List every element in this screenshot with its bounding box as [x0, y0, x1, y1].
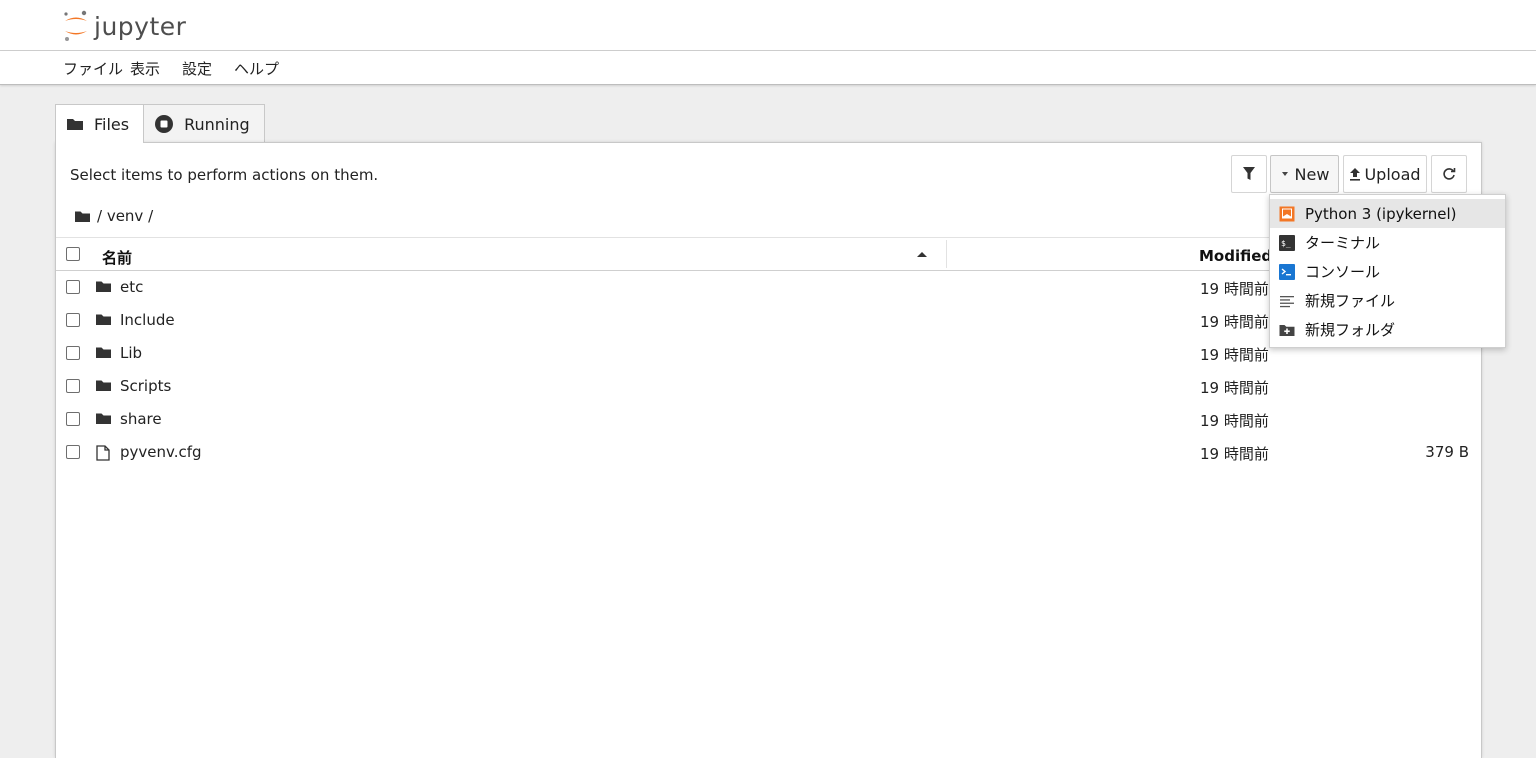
table-row[interactable]: share 19 時間前	[56, 403, 1483, 436]
jupyter-logo[interactable]: jupyter	[62, 8, 186, 44]
breadcrumb[interactable]: / venv /	[74, 207, 153, 225]
sort-ascending-icon[interactable]	[916, 251, 928, 258]
folder-icon	[95, 412, 112, 425]
upload-icon	[1350, 168, 1361, 181]
file-modified: 19 時間前	[1200, 445, 1269, 463]
jupyter-logo-icon	[64, 10, 87, 41]
table-row[interactable]: pyvenv.cfg 19 時間前 379 B	[56, 436, 1483, 469]
filter-icon	[1243, 167, 1255, 180]
tab-files-label: Files	[94, 114, 130, 134]
folder-icon	[95, 346, 112, 359]
new-file-item[interactable]: 新規ファイル	[1270, 286, 1505, 315]
folder-icon	[75, 211, 90, 222]
tab-files[interactable]: Files	[55, 104, 145, 143]
menu-file[interactable]: ファイル	[63, 58, 123, 79]
column-divider[interactable]	[946, 240, 947, 268]
file-modified: 19 時間前	[1200, 346, 1269, 364]
row-checkbox[interactable]	[66, 379, 80, 393]
row-checkbox[interactable]	[66, 445, 80, 459]
file-modified: 19 時間前	[1200, 313, 1269, 331]
row-checkbox[interactable]	[66, 313, 80, 327]
file-modified: 19 時間前	[1200, 280, 1269, 298]
file-modified: 19 時間前	[1200, 412, 1269, 430]
logo-text: jupyter	[94, 11, 187, 41]
file-size: 379 B	[1425, 443, 1469, 461]
new-button-label: New	[1294, 164, 1330, 184]
column-header-modified[interactable]: Modified	[1199, 247, 1272, 265]
table-row[interactable]: Scripts 19 時間前	[56, 370, 1483, 403]
new-notebook-label: Python 3 (ipykernel)	[1305, 204, 1457, 223]
file-name[interactable]: Include	[120, 311, 175, 329]
tab-running-label: Running	[184, 114, 250, 134]
file-name[interactable]: Scripts	[120, 377, 171, 395]
folder-icon	[95, 379, 112, 392]
new-console-label: コンソール	[1305, 263, 1381, 281]
new-console-item[interactable]: コンソール	[1270, 257, 1505, 286]
new-folder-label: 新規フォルダ	[1305, 321, 1396, 339]
new-terminal-item[interactable]: $_ ターミナル	[1270, 228, 1505, 257]
file-modified: 19 時間前	[1200, 379, 1269, 397]
new-file-label: 新規ファイル	[1305, 292, 1396, 310]
new-folder-item[interactable]: 新規フォルダ	[1270, 315, 1505, 344]
new-notebook-item[interactable]: Python 3 (ipykernel)	[1270, 199, 1505, 228]
refresh-button[interactable]	[1431, 155, 1467, 193]
row-checkbox[interactable]	[66, 346, 80, 360]
menu-help[interactable]: ヘルプ	[234, 58, 279, 79]
folder-icon	[66, 117, 84, 131]
top-bar: jupyter	[0, 0, 1536, 51]
folder-icon	[95, 313, 112, 326]
file-name[interactable]: Lib	[120, 344, 142, 362]
new-terminal-label: ターミナル	[1305, 234, 1381, 252]
tab-bar: Files Running	[55, 104, 265, 143]
upload-button[interactable]: Upload	[1343, 155, 1427, 193]
svg-text:$_: $_	[1281, 239, 1291, 248]
folder-icon	[95, 280, 112, 293]
new-button[interactable]: New	[1270, 155, 1339, 193]
new-folder-icon	[1279, 322, 1295, 338]
terminal-icon: $_	[1279, 234, 1295, 251]
stop-circle-icon	[154, 114, 174, 134]
row-checkbox[interactable]	[66, 280, 80, 294]
column-header-name[interactable]: 名前	[102, 247, 132, 268]
selection-hint: Select items to perform actions on them.	[70, 166, 379, 184]
file-name[interactable]: pyvenv.cfg	[120, 443, 202, 461]
file-browser-panel: Select items to perform actions on them.…	[55, 142, 1483, 758]
upload-button-label: Upload	[1364, 164, 1421, 184]
filter-button[interactable]	[1231, 155, 1267, 193]
file-name[interactable]: etc	[120, 278, 143, 296]
text-file-icon	[1279, 293, 1295, 309]
file-name[interactable]: share	[120, 410, 162, 428]
notebook-icon	[1279, 206, 1295, 222]
caret-down-icon	[1281, 172, 1288, 176]
row-checkbox[interactable]	[66, 412, 80, 426]
new-dropdown-menu: Python 3 (ipykernel) $_ ターミナル コンソール 新規ファ…	[1269, 194, 1506, 348]
menu-settings[interactable]: 設定	[182, 58, 212, 79]
menu-view[interactable]: 表示	[130, 58, 160, 79]
console-icon	[1279, 263, 1295, 280]
refresh-icon	[1443, 168, 1456, 180]
breadcrumb-path: / venv /	[97, 207, 154, 225]
tab-running[interactable]: Running	[143, 104, 265, 143]
menu-bar: ファイル 表示 設定 ヘルプ	[0, 51, 1536, 85]
select-all-checkbox[interactable]	[66, 247, 80, 261]
file-icon	[95, 445, 111, 461]
